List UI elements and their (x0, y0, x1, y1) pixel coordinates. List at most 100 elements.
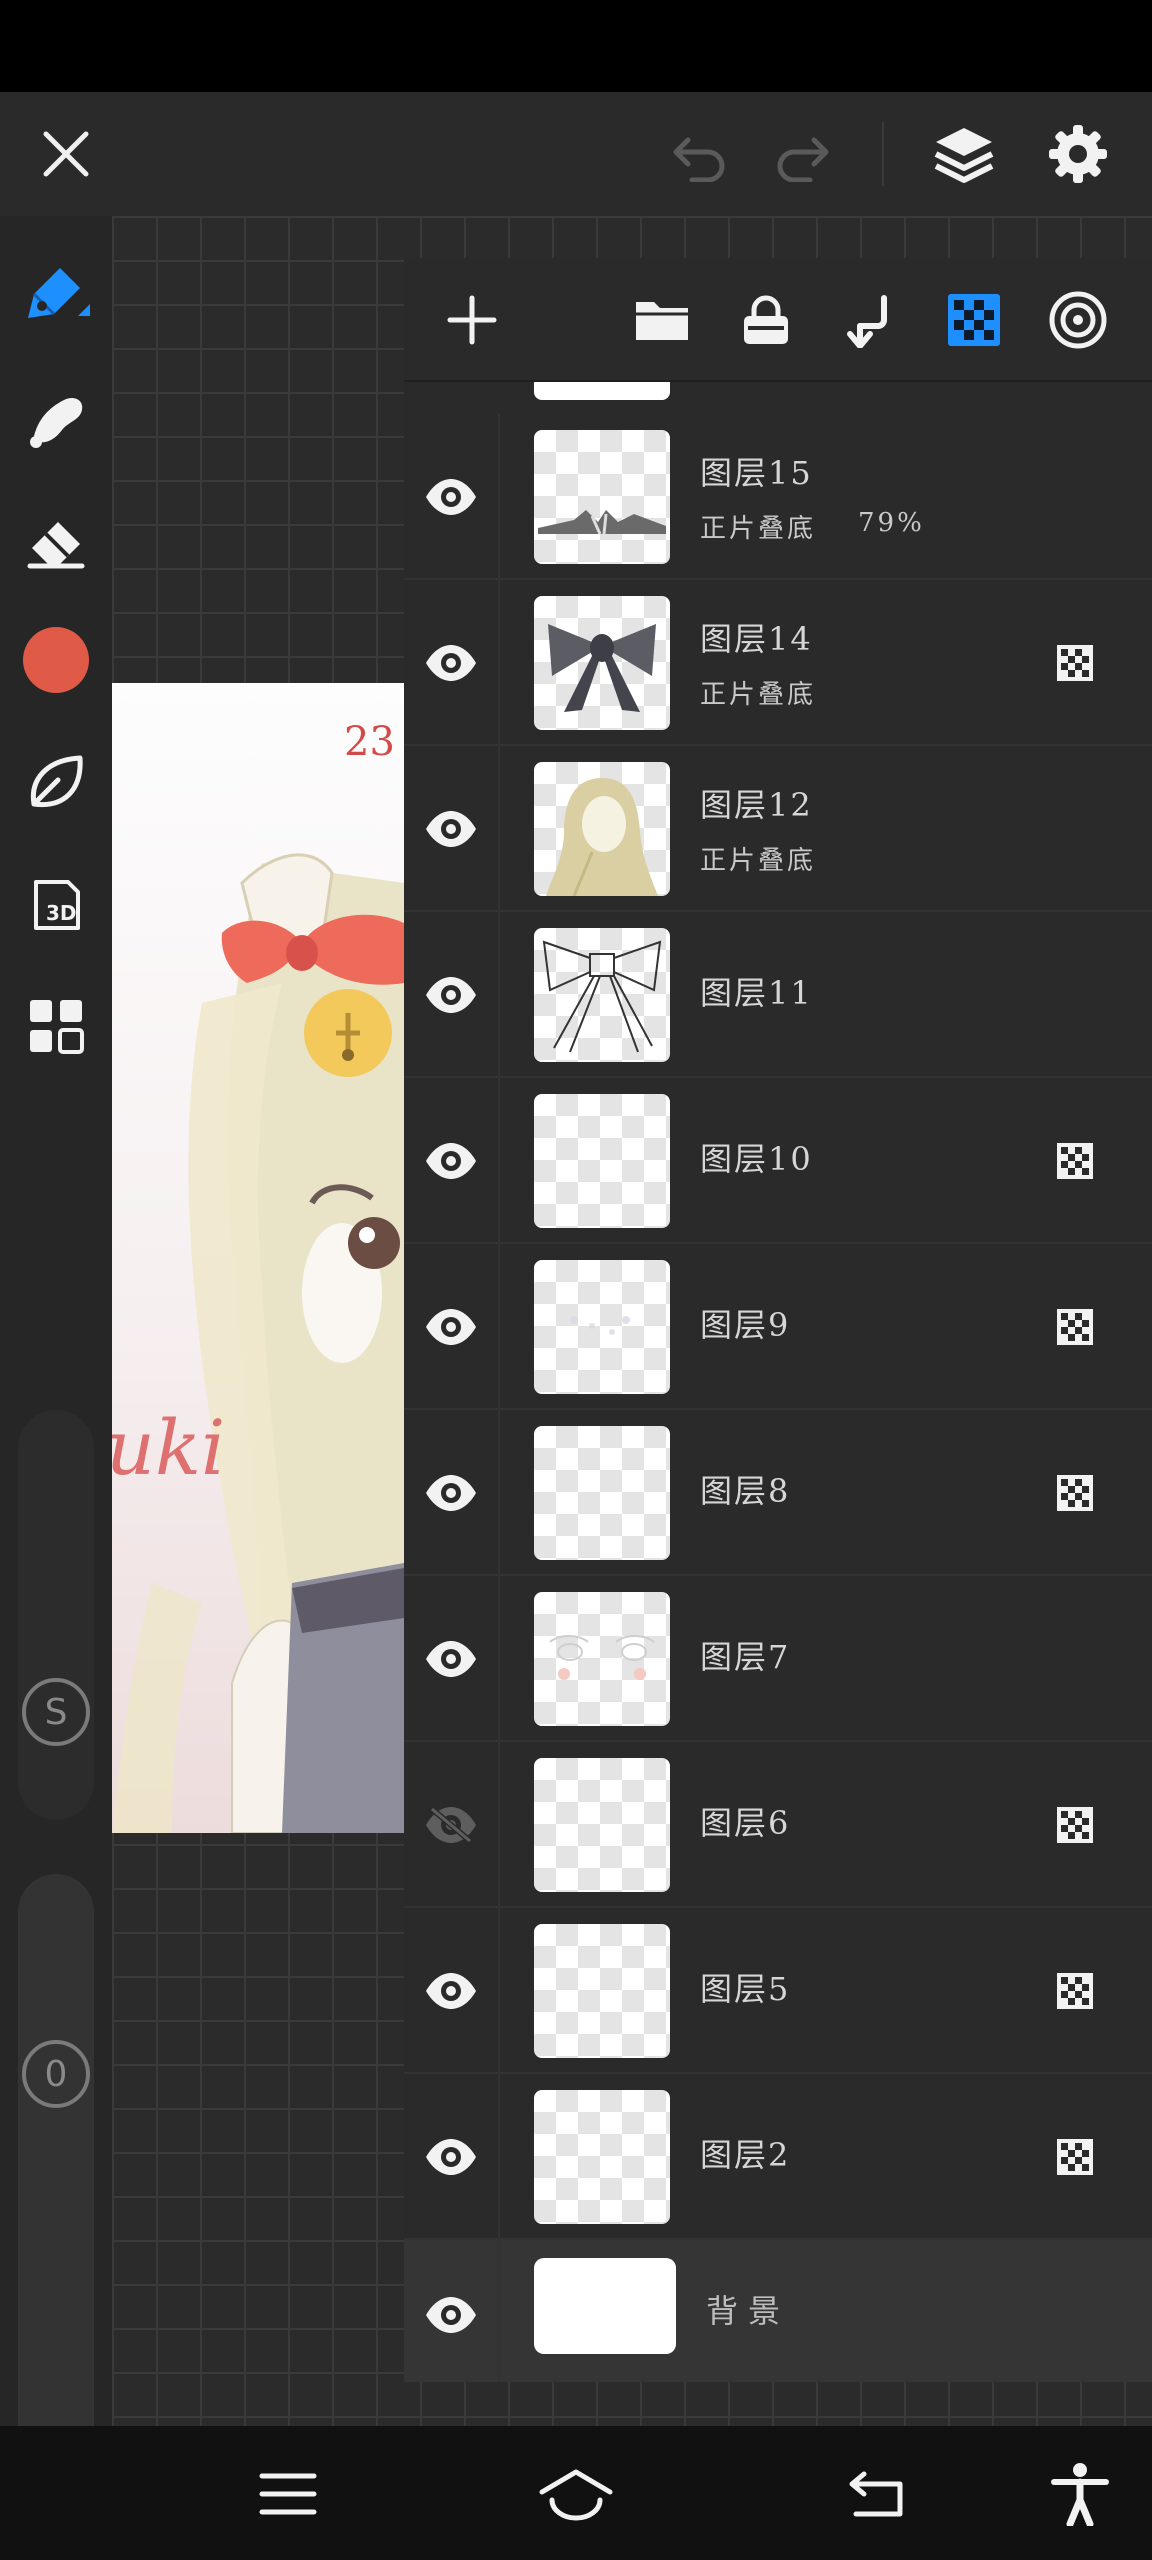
lock-icon (744, 295, 788, 344)
layer-thumbnail (534, 762, 670, 896)
clipping-mask-icon[interactable] (1056, 1972, 1094, 2010)
layer-row[interactable]: 图层7 (404, 1576, 1152, 1742)
status-bar (0, 0, 1152, 92)
color-swatch (23, 627, 89, 693)
layer-blend-mode: 正片叠底 (700, 846, 817, 876)
eye-icon (426, 645, 476, 681)
top-bar (0, 92, 1152, 216)
add-layer-button[interactable] (438, 286, 506, 354)
settings-button[interactable] (1040, 120, 1116, 188)
layer-row-background[interactable]: 背景 (404, 2240, 1152, 2382)
layers-icon (934, 128, 994, 183)
opacity-indicator[interactable]: 0 (22, 2040, 90, 2108)
visibility-toggle[interactable] (404, 912, 500, 1078)
add-folder-button[interactable] (628, 286, 696, 354)
visibility-toggle[interactable] (404, 1908, 500, 2074)
visibility-toggle[interactable] (404, 2074, 500, 2240)
clipping-mask-icon[interactable] (1056, 2138, 1094, 2176)
pen-tool-button[interactable] (16, 256, 96, 336)
reference-layer-button[interactable] (1044, 286, 1112, 354)
visibility-toggle[interactable] (404, 2240, 500, 2382)
visibility-toggle[interactable] (404, 1244, 500, 1410)
artwork-number-text: 23 (344, 719, 395, 765)
merge-down-icon (847, 295, 887, 348)
layer-name: 图层7 (700, 1638, 791, 1676)
eraser-tool-button[interactable] (16, 500, 96, 580)
visibility-toggle[interactable] (404, 414, 500, 580)
layer-row[interactable]: 图层11 (404, 912, 1152, 1078)
3d-model-icon: 3D (34, 880, 80, 930)
home-icon (539, 2469, 613, 2521)
brush-size-slider[interactable] (18, 1410, 94, 1820)
smudge-icon (30, 398, 83, 448)
undo-icon (673, 137, 725, 182)
layer-name: 图层10 (700, 1140, 813, 1178)
undo-button[interactable] (664, 122, 736, 186)
eye-icon (426, 2139, 476, 2175)
eye-icon (426, 1973, 476, 2009)
layer-blend-mode: 正片叠底 (700, 514, 817, 544)
clipping-mask-icon[interactable] (1056, 1806, 1094, 1844)
layer-thumbnail (534, 2090, 670, 2224)
3d-model-button[interactable]: 3D (16, 864, 96, 944)
layer-row[interactable]: 图层9 (404, 1244, 1152, 1410)
layer-row[interactable]: 图层8 (404, 1410, 1152, 1576)
layer-row[interactable]: 图层2 (404, 2074, 1152, 2240)
gallery-button[interactable] (16, 986, 96, 1066)
visibility-toggle[interactable] (404, 1576, 500, 1742)
color-swatch-button[interactable] (16, 620, 96, 700)
settings-icon (1049, 125, 1107, 183)
layer-thumbnail (534, 430, 670, 564)
pen-icon (28, 268, 90, 318)
nav-home-button[interactable] (536, 2454, 616, 2534)
redo-button[interactable] (766, 122, 838, 186)
clipping-mask-button[interactable] (940, 286, 1008, 354)
layer-name: 图层14 (700, 620, 813, 658)
visibility-ring-icon (1049, 291, 1107, 349)
visibility-toggle[interactable] (404, 1078, 500, 1244)
scrolled-layer-thumbnail (534, 382, 670, 400)
nav-back-button[interactable] (838, 2454, 918, 2534)
layer-row[interactable]: 图层12 正片叠底 (404, 746, 1152, 912)
close-button[interactable] (30, 122, 102, 186)
clipping-mask-icon[interactable] (1056, 644, 1094, 682)
leaf-tool-button[interactable] (16, 742, 96, 822)
clipping-mask-icon[interactable] (1056, 1142, 1094, 1180)
nav-accessibility-button[interactable] (1040, 2454, 1120, 2534)
layers-button[interactable] (926, 120, 1002, 188)
nav-menu-button[interactable] (248, 2454, 328, 2534)
layer-thumbnail (534, 928, 670, 1062)
visibility-toggle[interactable] (404, 580, 500, 746)
layer-thumbnail (534, 2258, 676, 2354)
lock-layer-button[interactable] (732, 286, 800, 354)
layer-row[interactable]: 图层6 (404, 1742, 1152, 1908)
clipping-mask-icon[interactable] (1056, 1308, 1094, 1346)
visibility-toggle[interactable] (404, 746, 500, 912)
artwork-signature-text: uki (112, 1403, 226, 1492)
gallery-icon (30, 1000, 84, 1054)
merge-down-button[interactable] (836, 286, 904, 354)
leaf-icon (30, 755, 83, 808)
layer-row[interactable]: 图层15 正片叠底 79% (404, 414, 1152, 580)
back-icon (849, 2471, 903, 2517)
opacity-slider[interactable] (18, 1874, 94, 2488)
left-toolbar: 3D S 0 (0, 216, 112, 2488)
layer-row[interactable]: 图层5 (404, 1908, 1152, 2074)
add-layer-icon (447, 295, 497, 345)
layer-name: 图层6 (700, 1804, 791, 1842)
eye-off-icon (426, 1806, 476, 1844)
visibility-toggle[interactable] (404, 1742, 500, 1908)
visibility-toggle[interactable] (404, 1410, 500, 1576)
eye-icon (426, 1143, 476, 1179)
clipping-mask-icon[interactable] (1056, 1474, 1094, 1512)
layer-row[interactable]: 图层10 (404, 1078, 1152, 1244)
artwork-canvas[interactable]: 23 uki (112, 683, 404, 1833)
layer-name: 图层15 (700, 454, 813, 492)
eye-icon (426, 811, 476, 847)
layer-thumbnail (534, 1426, 670, 1560)
layer-list[interactable]: 图层15 正片叠底 79% 图层14 正片叠底 图层12 正片叠底 图层11 图层10 图层9 图层… (404, 382, 1152, 2382)
layer-row[interactable]: 图层14 正片叠底 (404, 580, 1152, 746)
size-indicator[interactable]: S (22, 1678, 90, 1746)
menu-icon (259, 2473, 317, 2515)
smudge-tool-button[interactable] (16, 378, 96, 458)
